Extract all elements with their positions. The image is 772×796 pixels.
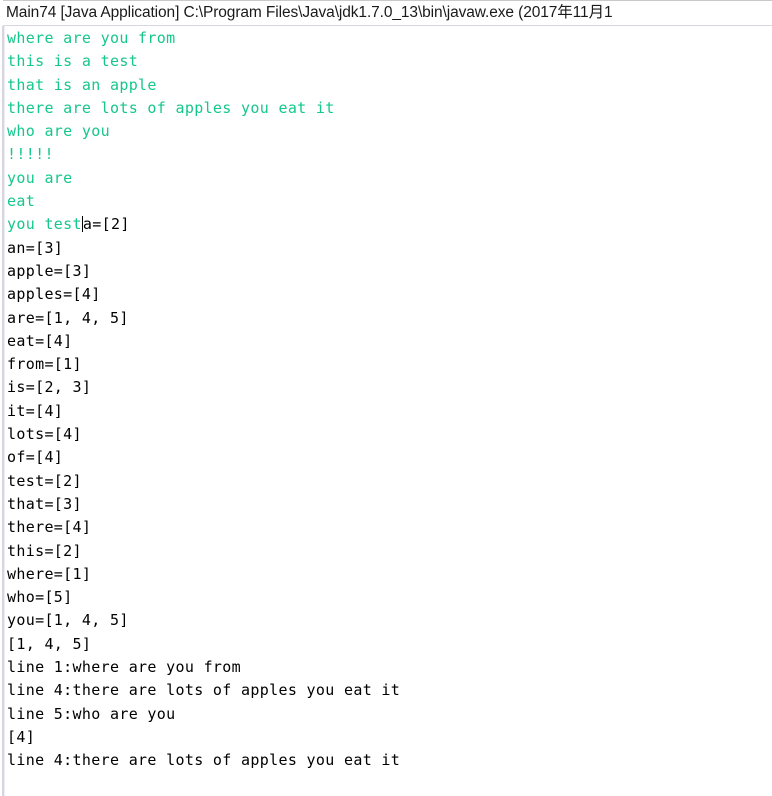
console-line: lots=[4] bbox=[7, 423, 767, 446]
console-line-text: line 5:who are you bbox=[7, 704, 176, 723]
console-line-text: where are you from bbox=[7, 29, 176, 47]
console-line-text: from=[1] bbox=[7, 355, 82, 374]
console-line: that=[3] bbox=[7, 493, 767, 516]
console-line-text: [4] bbox=[7, 727, 36, 746]
console-line-text: that=[3] bbox=[7, 494, 82, 513]
console-line-text: !!!!! bbox=[7, 145, 54, 164]
console-line-text: line 1:where are you from bbox=[7, 658, 242, 677]
console-line: this is a test bbox=[7, 50, 767, 73]
console-line: test=[2] bbox=[7, 470, 767, 493]
console-line: you=[1, 4, 5] bbox=[7, 609, 767, 632]
console-line-text: this is a test bbox=[7, 52, 139, 71]
console-line-text: you are bbox=[7, 168, 73, 187]
console-line-green-segment: you test bbox=[7, 215, 82, 234]
console-line-text: this=[2] bbox=[7, 541, 82, 560]
console-line: an=[3] bbox=[7, 237, 767, 260]
console-line: eat bbox=[7, 190, 767, 213]
console-line-text: of=[4] bbox=[7, 448, 64, 467]
console-line: [1, 4, 5] bbox=[7, 633, 767, 656]
console-line: there=[4] bbox=[7, 516, 767, 539]
console-line: where are you from bbox=[7, 27, 767, 50]
console-line: who=[5] bbox=[7, 586, 767, 609]
console-line: this=[2] bbox=[7, 540, 767, 563]
console-line: from=[1] bbox=[7, 353, 767, 376]
console-line-text: you=[1, 4, 5] bbox=[7, 611, 129, 630]
console-left-border-inner bbox=[4, 26, 5, 796]
console-line-text: apple=[3] bbox=[7, 261, 92, 280]
console-line-text: test=[2] bbox=[7, 471, 82, 490]
window-title-bar: Main74 [Java Application] C:\Program Fil… bbox=[0, 0, 772, 25]
console-line: line 5:who are you bbox=[7, 703, 767, 726]
console-output-text[interactable]: where are you from this is a test that is … bbox=[7, 27, 767, 773]
console-line-text: there are lots of apples you eat it bbox=[7, 98, 335, 117]
console-line: who are you bbox=[7, 120, 767, 143]
window-title-text: Main74 [Java Application] C:\Program Fil… bbox=[6, 4, 613, 21]
title-bar-top-edge bbox=[3, 0, 772, 1]
console-line: are=[1, 4, 5] bbox=[7, 307, 767, 330]
console-line: that is an apple bbox=[7, 74, 767, 97]
console-line: line 4:there are lots of apples you eat … bbox=[7, 749, 767, 772]
console-line: eat=[4] bbox=[7, 330, 767, 353]
console-line: is=[2, 3] bbox=[7, 376, 767, 399]
console-line: where=[1] bbox=[7, 563, 767, 586]
console-body[interactable]: where are you from this is a test that is … bbox=[0, 26, 772, 796]
console-line: apple=[3] bbox=[7, 260, 767, 283]
console-line-text: line 4:there are lots of apples you eat … bbox=[7, 751, 401, 770]
console-line: apples=[4] bbox=[7, 283, 767, 306]
console-line: line 1:where are you from bbox=[7, 656, 767, 679]
console-line: of=[4] bbox=[7, 446, 767, 469]
console-line: you are bbox=[7, 167, 767, 190]
console-line-text: lots=[4] bbox=[7, 425, 82, 444]
console-line-text: there=[4] bbox=[7, 518, 92, 537]
console-line: you testa=[2] bbox=[7, 213, 767, 236]
console-line-text: that is an apple bbox=[7, 75, 157, 94]
console-window: Main74 [Java Application] C:\Program Fil… bbox=[0, 0, 772, 796]
console-line-text: an=[3] bbox=[7, 238, 64, 257]
console-line-text: who=[5] bbox=[7, 588, 73, 607]
console-line-text: where=[1] bbox=[7, 564, 92, 583]
console-line: [4] bbox=[7, 726, 767, 749]
console-line-text: who are you bbox=[7, 122, 110, 141]
console-line-text: [1, 4, 5] bbox=[7, 634, 92, 653]
console-line: it=[4] bbox=[7, 400, 767, 423]
console-line-text: apples=[4] bbox=[7, 285, 101, 304]
console-line: line 4:there are lots of apples you eat … bbox=[7, 679, 767, 702]
console-line-text: eat=[4] bbox=[7, 331, 73, 350]
console-line-text: it=[4] bbox=[7, 401, 64, 420]
console-line-black-segment: a=[2] bbox=[82, 215, 130, 234]
console-line-text: line 4:there are lots of apples you eat … bbox=[7, 681, 401, 700]
console-line: !!!!! bbox=[7, 143, 767, 166]
console-line-text: are=[1, 4, 5] bbox=[7, 308, 129, 327]
console-line: there are lots of apples you eat it bbox=[7, 97, 767, 120]
console-line-text: is=[2, 3] bbox=[7, 378, 92, 397]
console-line-text: eat bbox=[7, 192, 36, 211]
